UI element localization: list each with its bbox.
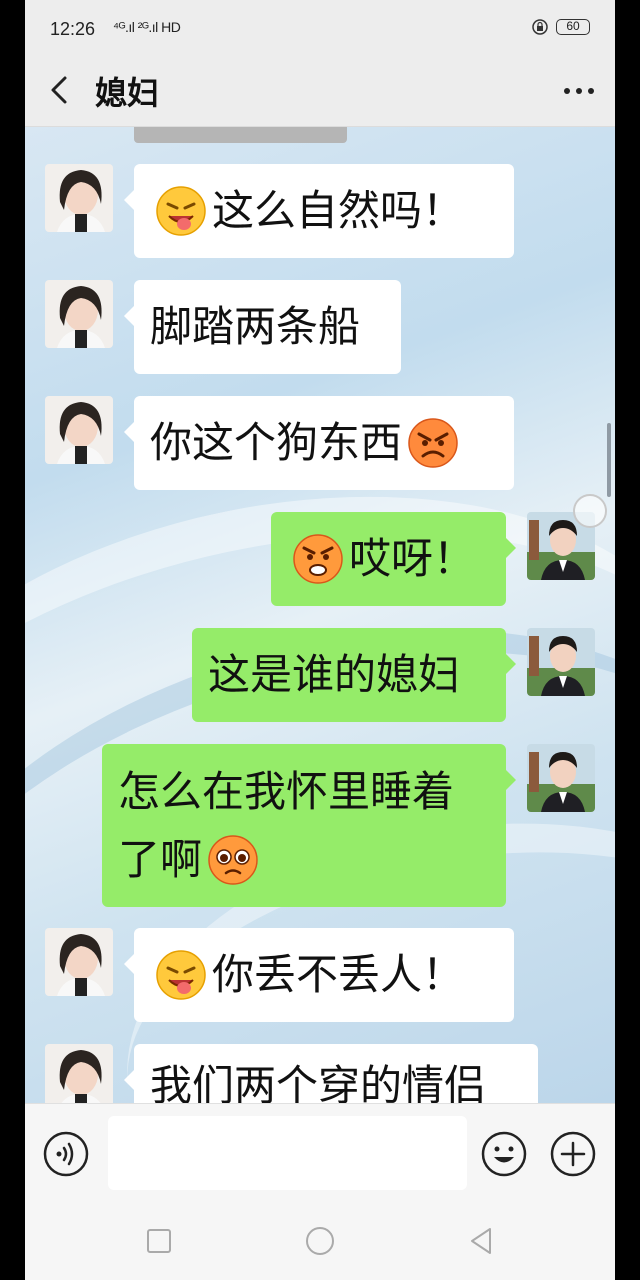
back-button[interactable]	[43, 72, 79, 108]
phone-screen: 12:26 ⁴ᴳ.ıl ²ᴳ.ıl HD 60 媳妇 这么自然吗！ 脚踏两条船 …	[25, 0, 615, 1280]
message-text-line1: 怎么在我怀里睡着	[118, 766, 455, 816]
chat-area[interactable]: 这么自然吗！ 脚踏两条船 你这个狗东西 哎呀！ 这是谁的媳妇 怎么在我怀里睡着 …	[25, 127, 615, 1103]
more-options-button[interactable]	[559, 76, 599, 106]
recents-button[interactable]	[142, 1224, 176, 1258]
lock-icon	[532, 19, 548, 35]
message-bubble[interactable]: 这是谁的媳妇	[192, 628, 516, 722]
message-bubble[interactable]: 我们两个穿的情侣	[124, 1044, 538, 1103]
message-text-line2: 了啊	[118, 834, 203, 884]
tongue-face-emoji	[156, 186, 206, 236]
contact-avatar[interactable]	[45, 928, 113, 996]
status-time: 12:26	[50, 19, 96, 39]
home-button[interactable]	[303, 1224, 337, 1258]
message-bubble[interactable]: 你丢不丢人！	[124, 928, 514, 1022]
contact-avatar[interactable]	[45, 1044, 113, 1103]
message-bubble[interactable]: 脚踏两条船	[124, 280, 401, 374]
pleading-face-emoji	[208, 834, 258, 885]
my-avatar[interactable]	[527, 628, 595, 696]
battery-icon: 60	[556, 19, 590, 35]
chat-header: 媳妇	[25, 58, 615, 127]
upset-face-emoji	[293, 534, 343, 584]
message-bubble[interactable]: 这么自然吗！	[124, 164, 514, 258]
status-bar: 12:26 ⁴ᴳ.ıl ²ᴳ.ıl HD 60	[25, 0, 615, 58]
voice-button[interactable]	[42, 1130, 90, 1178]
message-text: 我们两个穿的情侣	[150, 1061, 487, 1103]
contact-avatar[interactable]	[45, 280, 113, 348]
contact-avatar[interactable]	[45, 396, 113, 464]
message-bubble[interactable]: 你这个狗东西	[124, 396, 514, 490]
message-text: 哎呀！	[349, 534, 476, 583]
message-input[interactable]	[108, 1116, 467, 1190]
scrollbar[interactable]	[607, 423, 611, 497]
message-text: 脚踏两条船	[150, 302, 361, 351]
emoji-button[interactable]	[480, 1130, 528, 1178]
contact-avatar[interactable]	[45, 164, 113, 232]
tongue-face-emoji	[156, 950, 206, 1000]
message-bubble[interactable]: 哎呀！	[271, 512, 516, 606]
network-indicator: ⁴ᴳ.ıl ²ᴳ.ıl HD	[113, 19, 181, 35]
message-text: 这是谁的媳妇	[208, 650, 461, 699]
fast-scroll-handle[interactable]	[573, 494, 607, 528]
message-text: 你丢不丢人！	[212, 950, 465, 999]
my-avatar[interactable]	[527, 744, 595, 812]
message-bubble[interactable]: 怎么在我怀里睡着 了啊	[102, 744, 516, 907]
message-text: 你这个狗东西	[150, 418, 403, 467]
previous-message-edge	[134, 127, 347, 143]
input-bar	[25, 1103, 615, 1200]
angry-face-emoji	[408, 418, 458, 468]
message-text: 这么自然吗！	[212, 186, 465, 235]
plus-button[interactable]	[549, 1130, 597, 1178]
system-nav-bar	[25, 1200, 615, 1280]
back-nav-button[interactable]	[464, 1224, 498, 1258]
chat-title: 媳妇	[95, 74, 160, 112]
